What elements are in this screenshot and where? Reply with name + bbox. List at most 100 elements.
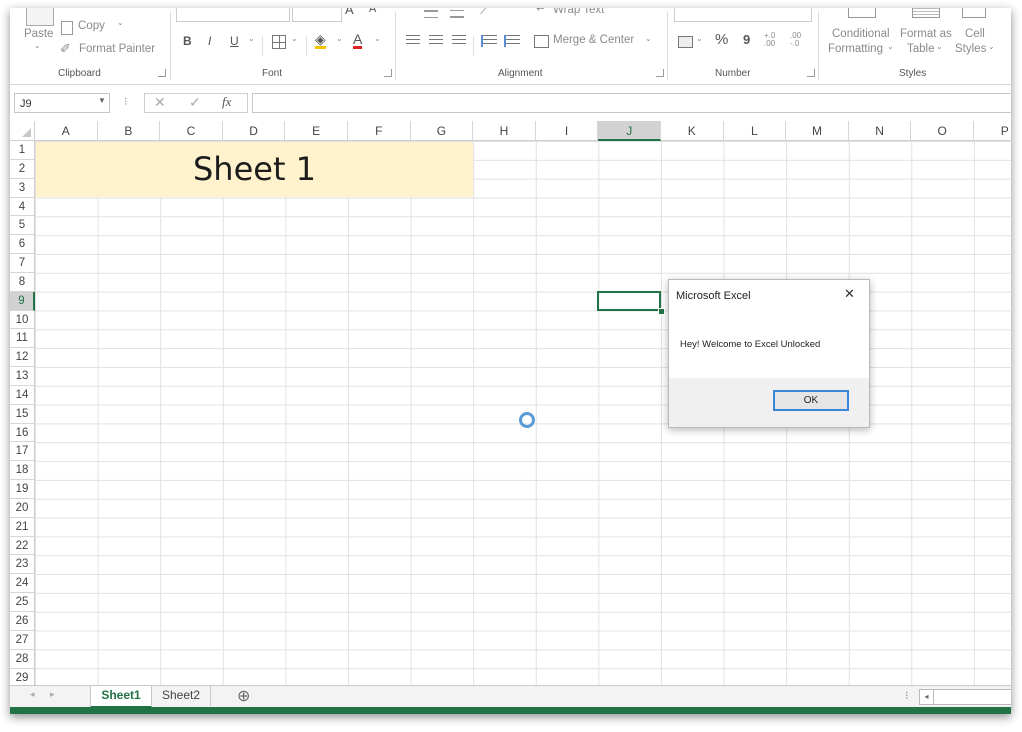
row-header-6[interactable]: 6: [10, 235, 35, 255]
ok-button[interactable]: OK: [773, 390, 849, 411]
paste-dropdown-icon[interactable]: ⌄: [34, 41, 41, 50]
column-header-j[interactable]: J: [598, 121, 661, 141]
merged-title-cell[interactable]: Sheet 1: [36, 142, 473, 197]
row-header-21[interactable]: 21: [10, 517, 35, 537]
orientation-icon[interactable]: ⟋: [480, 8, 489, 18]
row-header-11[interactable]: 11: [10, 329, 35, 349]
format-as-table-line1[interactable]: Format as: [900, 28, 952, 40]
cell-styles-line1[interactable]: Cell: [965, 28, 985, 40]
wrap-text-icon[interactable]: ↵: [536, 8, 546, 15]
sheet-tab-sheet2[interactable]: Sheet2: [152, 686, 211, 706]
row-header-5[interactable]: 5: [10, 216, 35, 236]
row-header-17[interactable]: 17: [10, 442, 35, 462]
fill-color-dropdown-icon[interactable]: ⌄: [336, 34, 343, 43]
column-header-n[interactable]: N: [848, 121, 912, 141]
conditional-formatting-line2[interactable]: Formatting: [828, 43, 883, 55]
column-header-i[interactable]: I: [535, 121, 599, 141]
fill-color-icon[interactable]: ◈: [315, 32, 326, 49]
font-color-icon[interactable]: A: [353, 32, 363, 49]
copy-button[interactable]: Copy: [78, 20, 105, 32]
row-header-22[interactable]: 22: [10, 536, 35, 556]
formula-input[interactable]: [252, 93, 1011, 113]
row-header-27[interactable]: 27: [10, 630, 35, 650]
underline-dropdown-icon[interactable]: ⌄: [248, 34, 255, 43]
cell-styles-icon[interactable]: [962, 8, 986, 18]
row-header-7[interactable]: 7: [10, 254, 35, 273]
dialog-close-button[interactable]: ✕: [844, 286, 855, 302]
row-header-13[interactable]: 13: [10, 367, 35, 386]
borders-dropdown-icon[interactable]: ⌄: [291, 34, 298, 43]
column-header-k[interactable]: K: [661, 121, 724, 141]
row-header-18[interactable]: 18: [10, 461, 35, 481]
comma-style-button[interactable]: 9: [743, 32, 750, 47]
row-header-9[interactable]: 9: [10, 291, 35, 311]
fill-handle[interactable]: [658, 308, 665, 315]
scroll-tabs-left-icon[interactable]: ◂: [30, 689, 35, 700]
conditional-formatting-icon[interactable]: [848, 8, 876, 18]
column-header-e[interactable]: E: [285, 121, 348, 141]
enter-entry-icon[interactable]: ✓: [189, 94, 201, 111]
underline-button[interactable]: U: [230, 34, 239, 48]
merge-center-button[interactable]: Merge & Center: [553, 34, 634, 46]
row-header-14[interactable]: 14: [10, 385, 35, 405]
copy-dropdown-icon[interactable]: ⌄: [117, 18, 124, 27]
number-format-dropdown[interactable]: [674, 8, 812, 22]
row-header-25[interactable]: 25: [10, 593, 35, 612]
format-as-table-line2[interactable]: Table: [907, 43, 935, 55]
font-launcher-icon[interactable]: [384, 69, 392, 77]
conditional-dropdown-icon[interactable]: ⌄: [887, 42, 894, 51]
column-header-f[interactable]: F: [348, 121, 411, 141]
column-header-h[interactable]: H: [473, 121, 536, 141]
row-header-26[interactable]: 26: [10, 612, 35, 631]
row-header-12[interactable]: 12: [10, 348, 35, 368]
row-header-4[interactable]: 4: [10, 197, 35, 217]
format-table-dropdown-icon[interactable]: ⌄: [936, 42, 943, 51]
row-header-3[interactable]: 3: [10, 178, 35, 198]
increase-indent-icon[interactable]: [504, 35, 520, 47]
new-sheet-button[interactable]: ⊕: [237, 686, 250, 706]
row-header-20[interactable]: 20: [10, 498, 35, 518]
accounting-dropdown-icon[interactable]: ⌄: [696, 34, 703, 43]
accounting-format-icon[interactable]: [678, 36, 693, 48]
row-header-19[interactable]: 19: [10, 480, 35, 499]
cell-styles-dropdown-icon[interactable]: ⌄: [988, 42, 995, 51]
paste-icon[interactable]: [26, 8, 54, 26]
row-header-23[interactable]: 23: [10, 555, 35, 575]
column-header-m[interactable]: M: [786, 121, 849, 141]
name-box-dropdown-icon[interactable]: ▼: [98, 96, 106, 105]
percent-style-button[interactable]: %: [715, 31, 728, 48]
row-header-2[interactable]: 2: [10, 159, 35, 179]
clipboard-launcher-icon[interactable]: [158, 69, 166, 77]
tab-split-grip-icon[interactable]: ⁝: [905, 689, 909, 702]
format-as-table-icon[interactable]: [912, 8, 940, 18]
column-header-b[interactable]: B: [97, 121, 161, 141]
shrink-font-icon[interactable]: A: [369, 8, 376, 15]
middle-align-icon[interactable]: [450, 10, 464, 18]
decrease-decimal-button[interactable]: .00 -.0: [790, 32, 810, 48]
name-box[interactable]: J9: [14, 93, 110, 113]
align-center-icon[interactable]: [429, 35, 443, 47]
align-right-icon[interactable]: [452, 35, 466, 47]
horizontal-scrollbar[interactable]: [933, 689, 1011, 705]
column-header-d[interactable]: D: [222, 121, 286, 141]
italic-button[interactable]: I: [208, 34, 211, 48]
top-align-icon[interactable]: [424, 10, 438, 18]
number-launcher-icon[interactable]: [807, 69, 815, 77]
row-header-15[interactable]: 15: [10, 404, 35, 424]
alignment-launcher-icon[interactable]: [656, 69, 664, 77]
column-header-c[interactable]: C: [160, 121, 223, 141]
increase-decimal-button[interactable]: +.0 .00: [764, 32, 784, 48]
borders-icon[interactable]: [272, 35, 286, 49]
conditional-formatting-line1[interactable]: Conditional: [832, 28, 890, 40]
active-cell-outline[interactable]: [597, 291, 661, 311]
insert-function-button[interactable]: fx: [222, 94, 231, 110]
scroll-tabs-right-icon[interactable]: ▸: [50, 689, 55, 700]
row-header-24[interactable]: 24: [10, 574, 35, 594]
bold-button[interactable]: B: [183, 34, 192, 48]
row-header-10[interactable]: 10: [10, 310, 35, 330]
paste-button[interactable]: Paste: [24, 28, 53, 40]
cancel-entry-icon[interactable]: ✕: [154, 94, 166, 111]
align-left-icon[interactable]: [406, 35, 420, 47]
column-header-p[interactable]: P: [974, 121, 1011, 141]
merge-center-icon[interactable]: [534, 35, 549, 48]
